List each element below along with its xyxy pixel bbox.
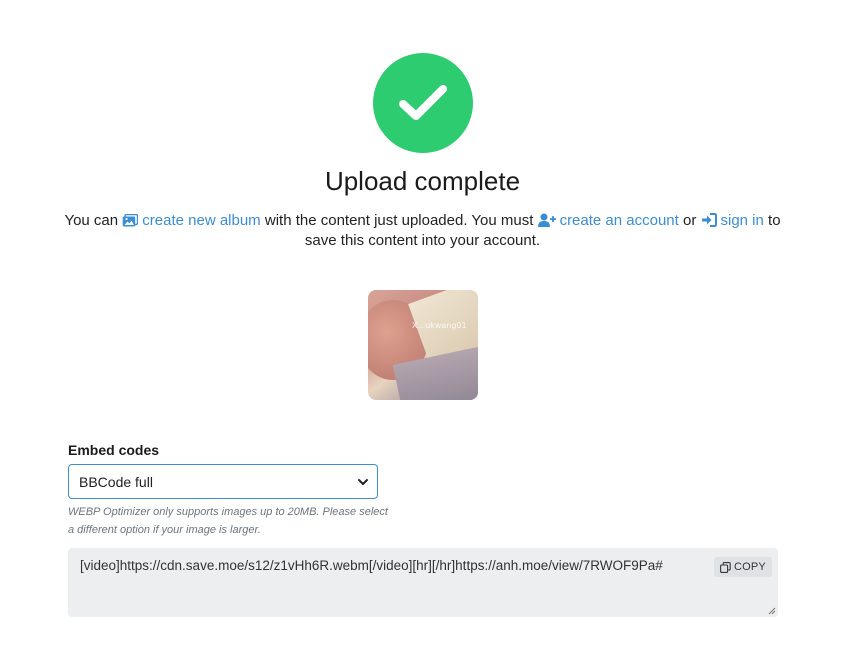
embed-select-value: BBCode full [79, 473, 153, 490]
upload-message: You can create new album with the conten… [60, 211, 785, 251]
create-album-link[interactable]: create new album [122, 212, 261, 229]
message-or: or [682, 212, 697, 229]
embed-code-select[interactable]: BBCode full [68, 464, 378, 499]
copy-button[interactable]: COPY [714, 557, 772, 577]
uploaded-thumbnail[interactable]: X...ukwang01 [368, 290, 478, 400]
create-account-label: create an account [559, 212, 679, 229]
check-icon [399, 85, 447, 120]
sign-in-link[interactable]: sign in [701, 212, 764, 229]
embed-codes-label: Embed codes [68, 442, 160, 458]
embed-code-text: [video]https://cdn.save.moe/s12/z1vHh6R.… [80, 558, 663, 573]
create-album-label: create new album [142, 212, 261, 229]
embed-code-textarea[interactable]: [video]https://cdn.save.moe/s12/z1vHh6R.… [68, 548, 778, 617]
copy-icon [720, 561, 731, 573]
resize-handle-icon[interactable] [768, 607, 776, 615]
images-icon [122, 214, 139, 227]
chevron-down-icon [358, 479, 368, 485]
embed-help-text: WEBP Optimizer only supports images up t… [68, 506, 388, 536]
sign-in-label: sign in [720, 212, 764, 229]
success-check-badge [373, 53, 473, 153]
message-prefix: You can [64, 212, 119, 229]
thumbnail-watermark: X...ukwang01 [412, 321, 467, 330]
create-account-link[interactable]: create an account [537, 212, 679, 229]
sign-in-icon [701, 213, 717, 227]
page-title: Upload complete [324, 166, 521, 196]
copy-label: COPY [734, 561, 766, 573]
message-middle: with the content just uploaded. You must [264, 212, 534, 229]
user-plus-icon [537, 213, 556, 227]
